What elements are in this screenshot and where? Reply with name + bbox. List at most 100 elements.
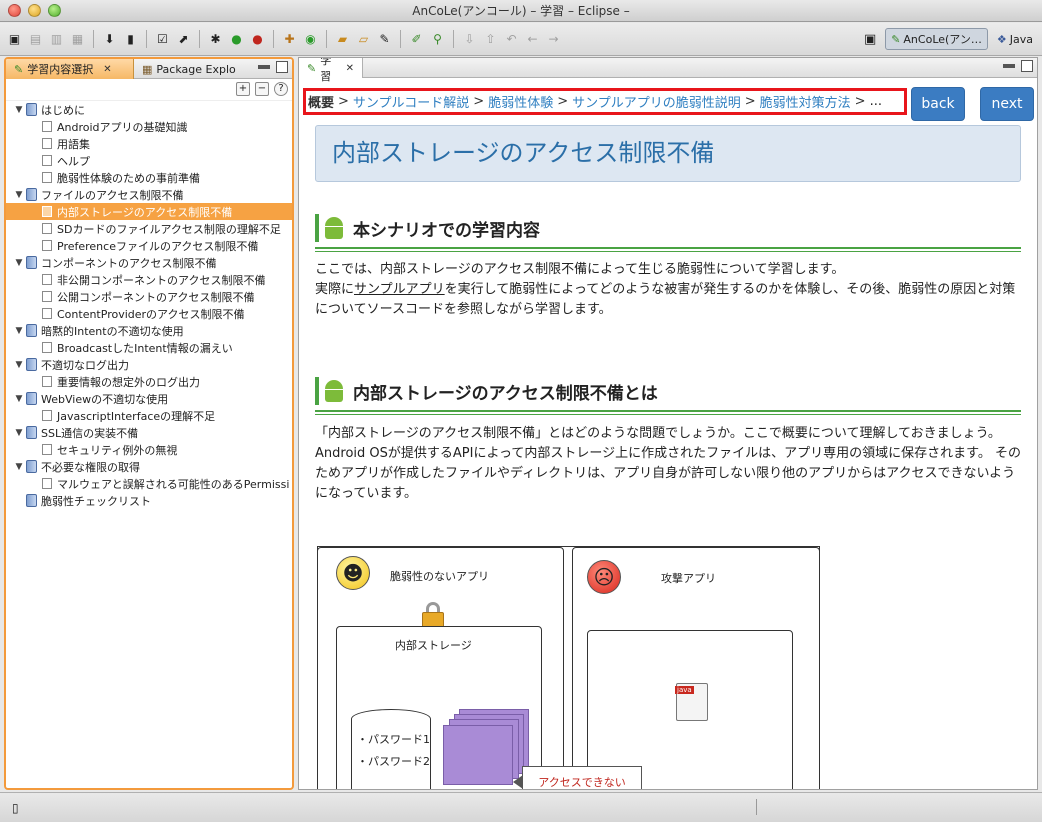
- forward-icon[interactable]: →: [545, 31, 562, 48]
- tree-item[interactable]: 用語集: [6, 135, 292, 152]
- tree-item[interactable]: ContentProviderのアクセス制限不備: [6, 305, 292, 322]
- tree-group[interactable]: 脆弱性チェックリスト: [6, 492, 292, 509]
- export-icon[interactable]: ⬈: [175, 31, 192, 48]
- minimize-icon[interactable]: [1003, 64, 1015, 68]
- book-icon: [26, 460, 37, 473]
- tree-item[interactable]: 脆弱性体験のための事前準備: [6, 169, 292, 186]
- book-icon: [26, 324, 37, 337]
- tree-item-label: JavascriptInterfaceの理解不足: [57, 409, 216, 423]
- tree-item-label: セキュリティ例外の無視: [57, 443, 178, 457]
- tree-group[interactable]: ▼ SSL通信の実装不備: [6, 424, 292, 441]
- tree-group[interactable]: ▼ コンポーネントのアクセス制限不備: [6, 254, 292, 271]
- expand-triangle-icon[interactable]: ▼: [12, 360, 26, 370]
- angry-face-icon: ☹: [587, 560, 621, 594]
- tree-item[interactable]: BroadcastしたIntent情報の漏えい: [6, 339, 292, 356]
- maximize-icon[interactable]: [1021, 60, 1033, 72]
- tree-item[interactable]: Androidアプリの基礎知識: [6, 118, 292, 135]
- tree-item[interactable]: 内部ストレージのアクセス制限不備: [6, 203, 292, 220]
- tree-group[interactable]: ▼ 不適切なログ出力: [6, 356, 292, 373]
- search-icon[interactable]: ⚲: [429, 31, 446, 48]
- page-icon: [42, 274, 52, 285]
- new-package-icon[interactable]: ✚: [281, 31, 298, 48]
- close-icon[interactable]: ✕: [103, 64, 111, 75]
- page-icon: [42, 155, 52, 166]
- collapse-all-icon[interactable]: −: [255, 82, 269, 96]
- book-icon: [26, 103, 37, 116]
- help-icon[interactable]: ?: [274, 82, 288, 96]
- expand-triangle-icon[interactable]: ▼: [12, 105, 26, 115]
- tree-group[interactable]: ▼ ファイルのアクセス制限不備: [6, 186, 292, 203]
- back-icon[interactable]: ←: [524, 31, 541, 48]
- checkbox-icon[interactable]: ☑: [154, 31, 171, 48]
- import-icon[interactable]: ⬇: [101, 31, 118, 48]
- maximize-icon[interactable]: [276, 61, 288, 73]
- book-icon: [26, 256, 37, 269]
- close-icon[interactable]: ✕: [346, 63, 354, 74]
- expand-triangle-icon[interactable]: ▼: [12, 462, 26, 472]
- tree-item[interactable]: マルウェアと誤解される可能性のあるPermissi: [6, 475, 292, 492]
- expand-all-icon[interactable]: +: [236, 82, 250, 96]
- tree-group[interactable]: ▼ 暗黙的Intentの不適切な使用: [6, 322, 292, 339]
- expand-triangle-icon[interactable]: ▼: [12, 326, 26, 336]
- close-window-icon[interactable]: [8, 4, 21, 17]
- save-icon[interactable]: ▤: [27, 31, 44, 48]
- tree-item[interactable]: Preferenceファイルのアクセス制限不備: [6, 237, 292, 254]
- back-button[interactable]: back: [911, 87, 965, 121]
- zoom-window-icon[interactable]: [48, 4, 61, 17]
- breadcrumb-link-sample-code[interactable]: サンプルコード解説: [353, 92, 469, 111]
- device-icon[interactable]: ▮: [122, 31, 139, 48]
- pin-icon[interactable]: ✎: [376, 31, 393, 48]
- print-icon[interactable]: ▦: [69, 31, 86, 48]
- tree-item[interactable]: 公開コンポーネントのアクセス制限不備: [6, 288, 292, 305]
- tree-group[interactable]: ▼ WebViewの不適切な使用: [6, 390, 292, 407]
- fast-view-icon[interactable]: ▯: [12, 801, 19, 815]
- external-tools-icon[interactable]: ●: [249, 31, 266, 48]
- open-folder-icon[interactable]: ▰: [334, 31, 351, 48]
- tree-item[interactable]: 非公開コンポーネントのアクセス制限不備: [6, 271, 292, 288]
- minimize-icon[interactable]: [258, 65, 270, 69]
- expand-triangle-icon[interactable]: ▼: [12, 394, 26, 404]
- tree-item[interactable]: ヘルプ: [6, 152, 292, 169]
- open-perspective-icon[interactable]: ▣: [859, 28, 881, 50]
- breadcrumb-link-experience[interactable]: 脆弱性体験: [488, 92, 553, 111]
- ancole-perspective-icon: ✎: [891, 32, 901, 46]
- save-all-icon[interactable]: ▥: [48, 31, 65, 48]
- lesson-navbar: 概要 > サンプルコード解説 > 脆弱性体験 > サンプルアプリの脆弱性説明 >…: [299, 80, 1037, 124]
- learning-tree: ▼ はじめに Androidアプリの基礎知識 用語集 ヘルプ 脆弱性体験のための事前準備 ▼…: [6, 101, 292, 509]
- tree-item[interactable]: JavascriptInterfaceの理解不足: [6, 407, 292, 424]
- breadcrumb-link-countermeasures[interactable]: 脆弱性対策方法: [760, 92, 851, 111]
- book-icon: [26, 392, 37, 405]
- page-title: 内部ストレージのアクセス制限不備: [315, 125, 1021, 182]
- next-annotation-icon[interactable]: ⇩: [461, 31, 478, 48]
- perspective-ancole[interactable]: ✎ AnCoLe(アン…: [885, 28, 988, 50]
- run-icon[interactable]: ●: [228, 31, 245, 48]
- debug-icon[interactable]: ✱: [207, 31, 224, 48]
- perspective-java[interactable]: ❖ Java: [992, 28, 1038, 50]
- last-edit-icon[interactable]: ↶: [503, 31, 520, 48]
- new-class-icon[interactable]: ◉: [302, 31, 319, 48]
- expand-triangle-icon[interactable]: ▼: [12, 428, 26, 438]
- java-perspective-icon: ❖: [996, 32, 1007, 46]
- tree-group-label: WebViewの不適切な使用: [41, 392, 169, 406]
- tree-item[interactable]: セキュリティ例外の無視: [6, 441, 292, 458]
- new-wizard-icon[interactable]: ▣: [6, 31, 23, 48]
- prev-annotation-icon[interactable]: ⇧: [482, 31, 499, 48]
- tree-group[interactable]: ▼ はじめに: [6, 101, 292, 118]
- tab-learning-content[interactable]: ✎ 学習内容選択 ✕: [6, 59, 134, 79]
- storage-diagram: ☻ 脆弱性のないアプリ 内部ストレージ ・パスワード1 ・パスワード2 ☹ 攻撃…: [317, 546, 820, 789]
- tab-package-explorer[interactable]: ▦ Package Explo: [134, 59, 244, 79]
- breadcrumb-link-vuln-explanation[interactable]: サンプルアプリの脆弱性説明: [572, 92, 741, 111]
- expand-triangle-icon[interactable]: ▼: [12, 258, 26, 268]
- editor-panel: ✎ 学習 ✕ 概要 > サンプルコード解説 > 脆弱性体験 > サンプルアプリの…: [298, 57, 1038, 790]
- sample-app-link[interactable]: サンプルアプリ: [354, 282, 445, 297]
- open-file-icon[interactable]: ▱: [355, 31, 372, 48]
- tab-learning[interactable]: ✎ 学習 ✕: [299, 58, 363, 83]
- breadcrumb-separator: >: [854, 94, 866, 109]
- expand-triangle-icon[interactable]: ▼: [12, 190, 26, 200]
- tree-item[interactable]: SDカードのファイルアクセス制限の理解不足: [6, 220, 292, 237]
- next-button[interactable]: next: [980, 87, 1034, 121]
- minimize-window-icon[interactable]: [28, 4, 41, 17]
- edit-icon[interactable]: ✐: [408, 31, 425, 48]
- tree-item[interactable]: 重要情報の想定外のログ出力: [6, 373, 292, 390]
- tree-group[interactable]: ▼ 不必要な権限の取得: [6, 458, 292, 475]
